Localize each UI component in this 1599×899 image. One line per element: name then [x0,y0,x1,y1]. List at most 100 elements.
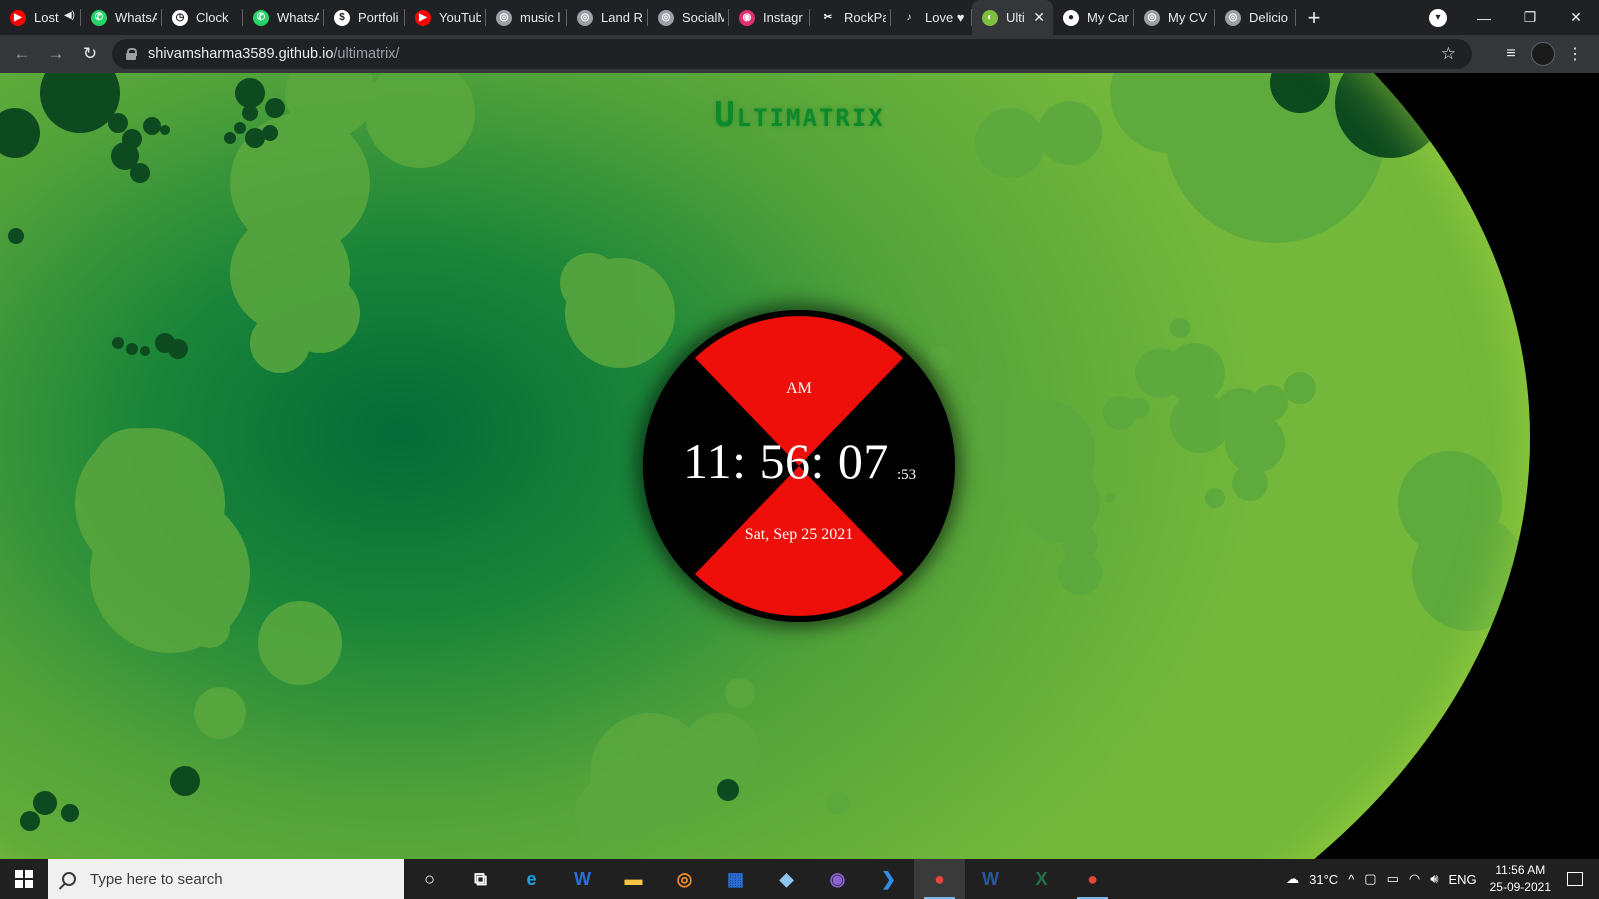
wavepad-icon: W [574,868,591,889]
browser-tab[interactable]: ◎ Delicio [1215,0,1296,35]
tab-title: Portfoli [358,10,399,25]
excel-taskbar-button[interactable]: X [1016,859,1067,899]
chrome-profile-icon: ● [1087,868,1098,889]
reading-list-icon[interactable]: ≡ [1495,38,1527,70]
browser-tab[interactable]: ◐ Ulti ✕ [972,0,1053,35]
windows-logo-icon [15,870,33,888]
windows-taskbar: Type here to search ○ ⧉ e W ▬ ◎ ▦ ◆ ◉ ❯ ● W X ● ☁ 31°… [0,859,1599,899]
forward-icon[interactable]: → [40,38,72,70]
toolbar-actions: ≡ ⋮ [1495,38,1591,70]
vscode-taskbar-button[interactable]: ❯ [863,859,914,899]
clock-date: Sat, Sep 25 2021 [744,526,854,543]
github-taskbar-button[interactable]: ◉ [812,859,863,899]
close-tab-icon[interactable]: ✕ [1033,9,1045,26]
volume-icon[interactable]: 🔊︎ [1430,871,1438,887]
paint-taskbar-button[interactable]: ◆ [761,859,812,899]
dollar-icon: $ [334,9,350,26]
tabs-container: ▶ Lost ◀) ✆ WhatsA ◷ Clock ✆ WhatsA $ Portfoli ▶ You… [0,0,1296,35]
tab-title: Love ♥ [925,10,965,25]
chrome-app-icon: ● [1063,9,1079,26]
notification-center-icon[interactable] [1567,872,1583,886]
browser-tab[interactable]: ✆ WhatsA [243,0,324,35]
instagram-icon: ◉ [739,9,755,26]
ultimatrix-icon: ◐ [982,9,998,26]
clock-icon: ◷ [172,9,188,26]
tab-title: Clock [196,10,229,25]
rockpaper-icon: ✂ [820,9,836,26]
tab-title: WhatsA [115,10,157,25]
task-view-taskbar-button[interactable]: ⧉ [455,859,506,899]
reload-icon[interactable]: ↻ [74,38,106,70]
start-button[interactable] [0,859,48,899]
calculator-taskbar-button[interactable]: ▦ [710,859,761,899]
taskbar-date: 25-09-2021 [1489,880,1551,894]
browser-tab[interactable]: ✆ WhatsA [81,0,162,35]
weather-icon[interactable]: ☁ [1286,871,1299,887]
youtube-icon: ▶ [10,9,26,26]
chrome-profile-taskbar-button[interactable]: ● [1067,859,1118,899]
file-explorer-taskbar-button[interactable]: ▬ [608,859,659,899]
browser-tab[interactable]: ▶ YouTub [405,0,486,35]
whatsapp-icon: ✆ [91,9,107,26]
menu-kebab-icon[interactable]: ⋮ [1559,38,1591,70]
tab-title: Ulti [1006,10,1025,25]
profile-avatar-icon[interactable] [1527,38,1559,70]
chevron-up-icon[interactable]: ^ [1348,872,1354,887]
page-viewport: Ultimatrix AM 11: 56: 07 :53 Sat, Sep 25… [0,73,1599,859]
weather-temperature[interactable]: 31°C [1309,872,1338,887]
browser-tab[interactable]: ◎ music l [486,0,567,35]
youtube-icon: ▶ [415,9,431,26]
browser-tab[interactable]: ◎ SocialM [648,0,729,35]
edge-taskbar-button[interactable]: e [506,859,557,899]
word-taskbar-button[interactable]: W [965,859,1016,899]
browser-tab[interactable]: ◎ My CV [1134,0,1215,35]
wavepad-taskbar-button[interactable]: W [557,859,608,899]
tab-audio-icon[interactable]: ◀) [64,10,75,21]
browser-tab[interactable]: ✂ RockPa [810,0,891,35]
language-indicator[interactable]: ENG [1448,872,1476,887]
edge-icon: e [526,868,537,889]
excel-icon: X [1035,868,1048,889]
battery-icon[interactable]: ▭ [1387,871,1399,887]
taskbar-clock[interactable]: 11:56 AM 25-09-2021 [1490,862,1551,896]
word-icon: W [982,868,999,889]
system-tray: ☁ 31°C ^ ▢ ▭ ◠ 🔊︎ ENG 11:56 AM 25-09-202… [1281,859,1599,899]
address-bar[interactable]: shivamsharma3589.github.io/ultimatrix/ ☆ [112,39,1472,69]
browser-tab[interactable]: ● My Car [1053,0,1134,35]
tab-title: My Car [1087,10,1129,25]
browser-tab[interactable]: ▶ Lost ◀) [0,0,81,35]
taskbar-search-box[interactable]: Type here to search [48,859,404,899]
tab-title: WhatsA [277,10,319,25]
browser-tab[interactable]: ♪ Love ♥ [891,0,972,35]
browser-tab[interactable]: ◷ Clock [162,0,243,35]
restore-icon[interactable]: ❐ [1507,9,1553,26]
browser-tab[interactable]: ◉ Instagr [729,0,810,35]
tab-strip: ▶ Lost ◀) ✆ WhatsA ◷ Clock ✆ WhatsA $ Portfoli ▶ You… [0,0,1599,35]
minimize-icon[interactable]: — [1461,10,1507,26]
vscode-icon: ❯ [880,868,897,889]
globe-icon: ◎ [577,9,593,26]
new-tab-button[interactable]: + [1296,5,1332,31]
bookmark-star-icon[interactable]: ☆ [1441,44,1456,64]
globe-icon: ◎ [496,9,512,26]
cortana-taskbar-button[interactable]: ○ [404,859,455,899]
meet-now-icon[interactable]: ▢ [1364,871,1376,887]
chrome-taskbar-button[interactable]: ● [914,859,965,899]
search-placeholder: Type here to search [90,870,223,888]
tab-title: SocialM [682,10,724,25]
browser-tab[interactable]: ◎ Land Re [567,0,648,35]
close-window-icon[interactable]: ✕ [1553,9,1599,26]
back-icon[interactable]: ← [6,38,38,70]
cortana-icon: ○ [424,868,435,889]
media-player-taskbar-button[interactable]: ◎ [659,859,710,899]
github-icon: ◉ [829,868,846,889]
browser-tab[interactable]: $ Portfoli [324,0,405,35]
network-icon[interactable]: ◠ [1409,871,1420,887]
tab-title: Delicio [1249,10,1289,25]
tab-search-icon[interactable]: ▾ [1429,8,1447,27]
globe-icon: ◎ [658,9,674,26]
clock-milliseconds: :53 [897,467,917,483]
task-view-icon: ⧉ [474,868,487,889]
lock-icon[interactable] [126,48,137,60]
taskbar-apps: ○ ⧉ e W ▬ ◎ ▦ ◆ ◉ ❯ ● W X ● [404,859,1118,899]
